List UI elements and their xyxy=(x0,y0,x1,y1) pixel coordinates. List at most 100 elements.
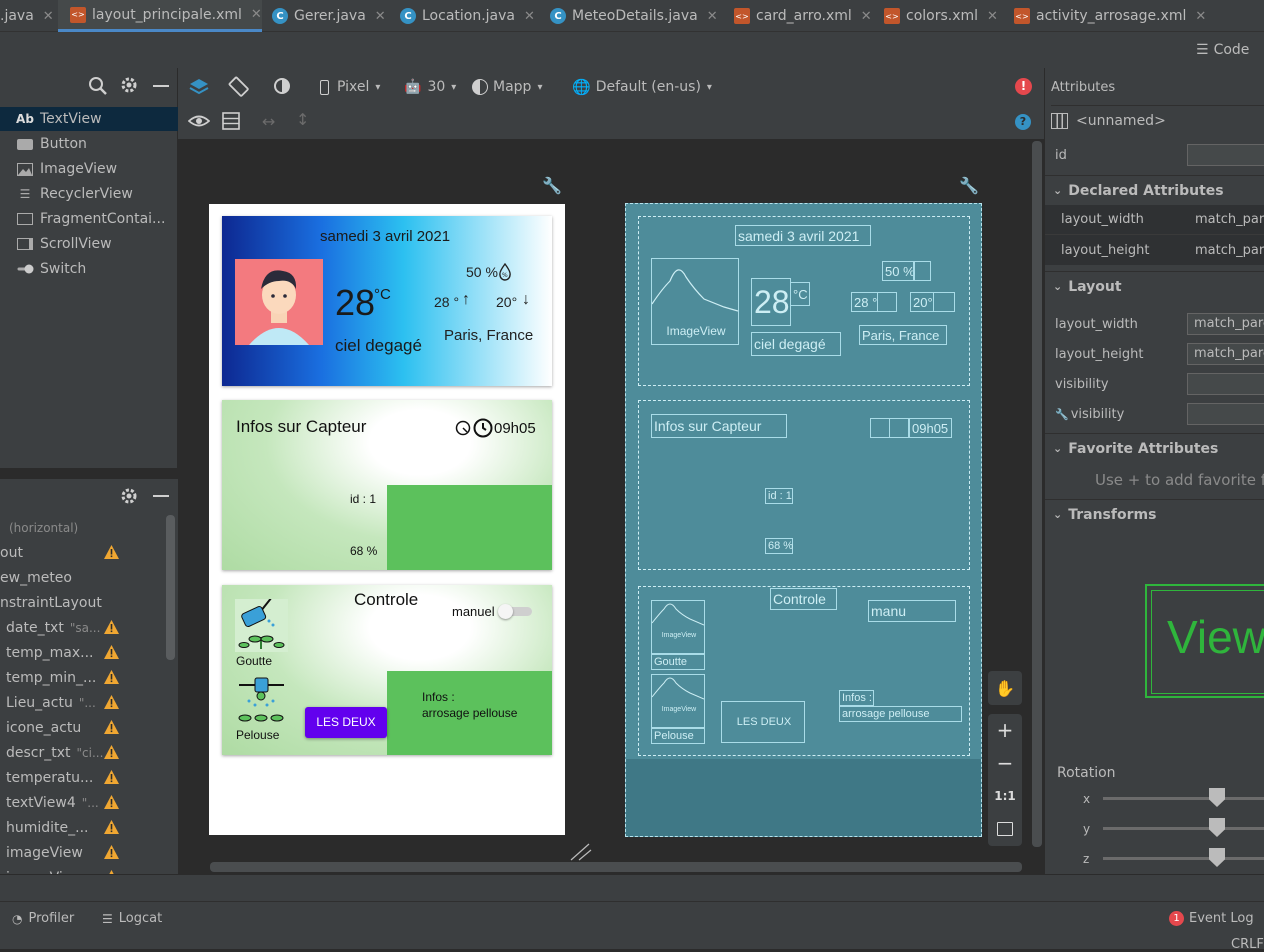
tree-item[interactable]: Lieu_actu "... xyxy=(0,690,165,715)
blueprint-gauge-icon[interactable] xyxy=(870,418,890,438)
visibility-field[interactable] xyxy=(1187,373,1264,395)
warning-icon[interactable] xyxy=(103,619,120,635)
blueprint-humidity-icon[interactable] xyxy=(913,261,931,281)
blueprint-temp-min[interactable]: 20° xyxy=(910,292,934,312)
line-separator-indicator[interactable]: CRLF xyxy=(1231,937,1264,952)
warning-icon[interactable] xyxy=(103,744,120,760)
tree-item[interactable]: ew_meteo xyxy=(0,565,165,590)
tab-layout-principale[interactable]: <> layout_principale.xml ✕ xyxy=(58,0,262,32)
both-button[interactable]: LES DEUX xyxy=(305,707,387,738)
warning-icon[interactable] xyxy=(103,844,120,860)
resize-handle-icon[interactable] xyxy=(569,841,593,861)
warning-icon[interactable] xyxy=(103,544,120,560)
tree-item[interactable]: out xyxy=(0,540,165,565)
tree-item[interactable]: date_txt "sa... xyxy=(0,615,165,640)
blueprint-humidity[interactable]: 50 % xyxy=(882,261,915,281)
event-log-tab[interactable]: 1 Event Log xyxy=(1169,911,1254,926)
layout-width-field[interactable]: match_pare xyxy=(1187,313,1264,335)
tree-item[interactable]: temperatu... xyxy=(0,765,165,790)
tab-card-arro[interactable]: <> card_arro.xml ✕ xyxy=(724,0,874,32)
error-icon[interactable]: ! xyxy=(1015,78,1032,95)
zoom-in-icon[interactable]: + xyxy=(988,714,1022,747)
search-icon[interactable] xyxy=(88,76,108,96)
palette-item-scrollview[interactable]: ScrollView xyxy=(0,232,178,256)
section-declared[interactable]: ⌄ Declared Attributes xyxy=(1045,175,1264,205)
vertical-scrollbar[interactable] xyxy=(1032,141,1042,847)
blueprint-goutte-image[interactable]: ImageView xyxy=(651,600,705,654)
blueprint-goutte-label[interactable]: Goutte xyxy=(651,654,705,670)
fit-screen-icon[interactable] xyxy=(997,822,1013,836)
close-icon[interactable]: ✕ xyxy=(251,7,262,22)
declared-row[interactable]: layout_height match_par xyxy=(1045,235,1264,265)
blueprint-preview[interactable]: samedi 3 avril 2021 ImageView 28 °C ciel… xyxy=(625,203,982,837)
wrench-icon[interactable]: 🔧 xyxy=(959,176,979,195)
gear-icon[interactable] xyxy=(120,76,138,94)
warning-icon[interactable] xyxy=(103,694,120,710)
sprinkler-icon[interactable] xyxy=(235,673,288,726)
blueprint-pelouse-image[interactable]: ImageView xyxy=(651,674,705,728)
warning-icon[interactable] xyxy=(103,819,120,835)
tree-item[interactable]: descr_txt "ci... xyxy=(0,740,165,765)
blueprint-switch[interactable]: manu xyxy=(868,600,956,622)
api-selector[interactable]: 🤖 30 ▾ xyxy=(404,76,456,98)
phone-preview[interactable]: samedi 3 avril 2021 28 °C ciel degagé 50… xyxy=(209,204,565,835)
scrollbar[interactable] xyxy=(166,515,175,660)
warning-icon[interactable] xyxy=(103,644,120,660)
warning-icon[interactable] xyxy=(103,794,120,810)
theme-selector[interactable]: Mapp ▾ xyxy=(472,76,542,98)
tree-item[interactable]: textView4 "... xyxy=(0,790,165,815)
manual-switch[interactable] xyxy=(498,604,535,619)
eye-icon[interactable] xyxy=(187,112,211,130)
logcat-tab[interactable]: ☰ Logcat xyxy=(102,911,162,926)
tree-item[interactable]: temp_min_... xyxy=(0,665,165,690)
palette-item-textview[interactable]: Ab TextView xyxy=(0,107,178,131)
blueprint-control-title[interactable]: Controle xyxy=(770,588,837,610)
blueprint-id[interactable]: id : 1 xyxy=(765,488,793,504)
palette-item-fragment[interactable]: FragmentContai... xyxy=(0,207,178,231)
declared-row[interactable]: layout_width match_par xyxy=(1045,205,1264,235)
code-view-button[interactable]: ☰ Code xyxy=(1196,42,1249,58)
palette-item-switch[interactable]: Switch xyxy=(0,257,178,281)
minimize-icon[interactable] xyxy=(153,495,169,497)
close-icon[interactable]: ✕ xyxy=(524,9,535,24)
night-mode-icon[interactable] xyxy=(272,76,294,98)
help-icon[interactable]: ? xyxy=(1015,114,1031,130)
tab-location[interactable]: C Location.java ✕ xyxy=(390,0,540,32)
tree-item[interactable]: icone_actu xyxy=(0,715,165,740)
close-icon[interactable]: ✕ xyxy=(43,9,54,24)
tree-item[interactable]: nstraintLayout xyxy=(0,590,165,615)
pan-hand-icon[interactable]: ✋ xyxy=(988,671,1022,705)
palette-item-button[interactable]: Button xyxy=(0,132,178,156)
tree-item[interactable]: (horizontal) xyxy=(0,515,165,540)
blueprint-clock-icon[interactable] xyxy=(889,418,909,438)
weather-card[interactable]: samedi 3 avril 2021 28 °C ciel degagé 50… xyxy=(222,216,552,386)
rotation-z-slider[interactable] xyxy=(1103,857,1264,860)
layers-icon[interactable] xyxy=(188,76,210,98)
blueprint-time[interactable]: 09h05 xyxy=(909,418,952,438)
tree-item[interactable]: humidite_... xyxy=(0,815,165,840)
tools-visibility-field[interactable] xyxy=(1187,403,1264,425)
gear-icon[interactable] xyxy=(120,487,138,505)
blueprint-temp-max[interactable]: 28 ° xyxy=(851,292,878,312)
profiler-tab[interactable]: ◔ Profiler xyxy=(12,911,74,926)
tab-meteo-details[interactable]: C MeteoDetails.java ✕ xyxy=(540,0,724,32)
blueprint-date[interactable]: samedi 3 avril 2021 xyxy=(735,225,871,246)
blueprint-info-label[interactable]: Infos : xyxy=(839,690,874,706)
blueprint-down-icon[interactable] xyxy=(933,292,955,312)
orientation-icon[interactable] xyxy=(228,76,250,98)
blueprint-imageview[interactable]: ImageView xyxy=(651,258,739,345)
close-icon[interactable]: ✕ xyxy=(861,9,872,24)
blueprint-both-button[interactable]: LES DEUX xyxy=(721,701,805,743)
watering-can-icon[interactable] xyxy=(235,598,288,652)
layout-height-field[interactable]: match_pare xyxy=(1187,343,1264,365)
blueprint-level[interactable]: 68 % xyxy=(765,538,793,554)
tab-java-partial[interactable]: .java ✕ xyxy=(0,0,58,32)
close-icon[interactable]: ✕ xyxy=(987,9,998,24)
blueprint-info-value[interactable]: arrosage pellouse xyxy=(839,706,962,722)
tree-item[interactable]: temp_max... xyxy=(0,640,165,665)
blueprint-sensor-title[interactable]: Infos sur Capteur xyxy=(651,414,787,438)
rotation-x-slider[interactable] xyxy=(1103,797,1264,800)
locale-selector[interactable]: 🌐 Default (en-us) ▾ xyxy=(572,76,712,98)
tab-activity-arrosage[interactable]: <> activity_arrosage.xml ✕ xyxy=(1004,0,1224,32)
device-selector[interactable]: Pixel ▾ xyxy=(320,76,380,98)
